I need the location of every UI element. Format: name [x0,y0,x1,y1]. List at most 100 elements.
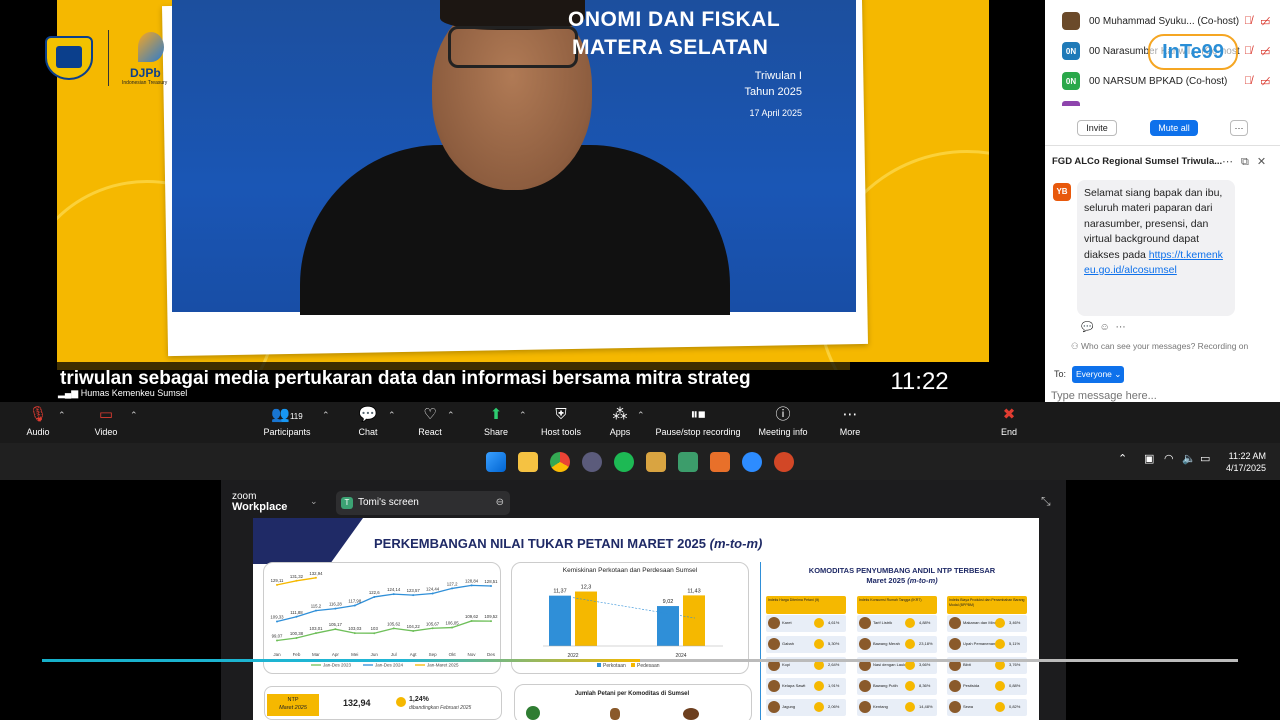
popout-icon[interactable]: ⧉ [1241,156,1257,168]
file-explorer-icon[interactable] [518,452,538,472]
komoditas-column-header: Indeks Biaya Produksi dan Penambahan Bar… [947,596,1027,614]
commodity-name: Kentang [873,704,888,709]
spreadsheet-icon[interactable] [678,452,698,472]
close-icon[interactable]: ✕ [1257,156,1274,168]
background-title-line-1: ONOMI DAN FISKAL [568,8,781,31]
ntp-compare: dibandingkan Februari 2025 [409,705,472,711]
data-point [276,620,278,623]
zoom-icon[interactable] [742,452,762,472]
end-button[interactable]: ✖ End [974,405,1044,437]
arrow-up-icon [995,702,1005,712]
data-label: 124,14 [387,587,401,592]
mute-all-button[interactable]: Mute all [1150,120,1198,136]
screen-share-label: Tomi's screen [358,497,419,508]
chat-label: Chat [358,427,378,437]
react-label: React [418,427,442,437]
powerpoint-icon[interactable] [774,452,794,472]
spotify-icon[interactable] [614,452,634,472]
participant-row[interactable]: 0N 00 NARSUM BPKAD (Co-host) 🎙̸ ▭̸ [1062,70,1272,92]
chat-more-icon[interactable]: ⋯ [1222,156,1241,168]
chevron-up-icon[interactable]: ⌃ [1118,452,1127,465]
chevron-up-icon[interactable]: ⌃ [447,410,455,421]
participants-button[interactable]: 👥119 Participants [252,405,322,437]
jumlah-petani-title: Jumlah Petani per Komoditas di Sumsel [574,691,690,697]
screen-share-tab[interactable]: T Tomi's screen ⊖ [336,491,510,515]
participant-row[interactable]: 00 Muhammad Syuku... (Co-host) 🎙̸ ▭̸ [1062,10,1272,32]
video-off-icon[interactable]: ▭̸ [1260,15,1272,28]
collapse-icon[interactable]: ⤡ [1041,494,1051,509]
participants-more-button[interactable]: ··· [1230,120,1248,136]
data-label: 122,6 [369,590,380,595]
data-point [276,639,278,642]
mic-muted-icon[interactable]: 🎙̸ [1244,75,1256,87]
data-point [314,632,317,635]
volume-icon[interactable]: 🔈 [1182,452,1196,465]
arrow-up-icon [905,681,915,691]
komoditas-row: Tarif Listrik 4,88% [857,615,937,632]
data-point [373,632,376,635]
commodity-icon [949,701,961,713]
message-more-icon[interactable]: ⋯ [1116,322,1132,333]
system-time: 11:22 AM [1228,451,1266,461]
kemenkeu-emblem-icon [56,46,82,68]
panel-divider [1045,145,1280,146]
invite-button[interactable]: Invite [1077,120,1117,136]
djpb-logo: DJPb Indonesian Treasury [122,32,174,88]
slide-heading: PERKEMBANGAN NILAI TUKAR PETANI MARET 20… [374,536,762,551]
more-icon[interactable]: ⊖ [496,491,504,515]
data-label: 127,2 [447,581,458,586]
chevron-up-icon[interactable]: ⌃ [322,410,330,421]
privacy-note[interactable]: ⚇ Who can see your messages? Recording o… [1071,341,1248,352]
data-label: 128,51 [484,579,498,584]
emoji-icon[interactable]: ☺ [1099,322,1115,333]
data-point [392,593,395,596]
reply-icon[interactable]: 💬 [1081,322,1099,333]
data-point [490,620,492,623]
chevron-up-icon[interactable]: ⌃ [130,410,138,421]
commodity-icon [768,680,780,692]
people-icon: ⚇ [1071,341,1081,351]
commodity-share: 5,11% [1009,641,1021,646]
legend-label: Jan-Des 2024 [375,663,404,668]
commodity-name: Pestisida [963,683,980,688]
participants-label: Participants [263,427,311,437]
system-clock[interactable]: 11:22 AM 4/17/2025 [1222,450,1266,474]
chrome-icon[interactable] [550,452,570,472]
chevron-up-icon[interactable]: ⌃ [637,410,645,421]
meeting-info-button[interactable]: ⓘ Meeting info [748,405,818,437]
data-label: 128,84 [465,578,479,583]
battery-icon[interactable]: ▭ [1200,452,1210,465]
books-icon[interactable] [646,452,666,472]
komoditas-row: Makanan dan Minuman 3,46% [947,615,1027,632]
network-icon[interactable]: ▣ [1144,452,1154,465]
video-off-icon[interactable]: ▭̸ [1260,75,1272,88]
arrow-up-icon [995,681,1005,691]
data-point [334,628,337,631]
app-orange-icon[interactable] [710,452,730,472]
mic-muted-icon[interactable]: 🎙̸ [1244,15,1256,27]
chat-message-input[interactable] [1051,390,1251,402]
data-point [490,585,492,588]
arrow-up-icon [995,639,1005,649]
data-label: 104,22 [407,624,421,629]
media-player-icon[interactable] [582,452,602,472]
windows-start-icon[interactable] [486,452,506,472]
chevron-down-icon[interactable]: ⌄ [310,496,318,507]
komoditas-title: KOMODITAS PENYUMBANG ANDIL NTP TERBESAR … [774,566,1030,586]
background-title: ONOMI DAN FISKAL MATERA SELATAN [568,6,780,62]
recipient-select[interactable]: Everyone ⌄ [1072,366,1124,383]
recording-button[interactable]: ⏸⏹ Pause/stop recording [654,405,742,437]
data-label: 115,2 [311,604,322,609]
commodity-share: 14,48% [919,704,933,709]
mic-muted-icon[interactable]: 🎙̸ [1244,45,1256,57]
commodity-name: Bibit [963,662,971,667]
playback-progress-bar[interactable] [42,659,1238,662]
period-label: Triwulan I [754,70,802,82]
system-date: 4/17/2025 [1225,463,1266,473]
wifi-icon[interactable]: ◠ [1164,452,1174,465]
chevron-up-icon[interactable]: ⌃ [58,410,66,421]
more-button[interactable]: ⋯ More [815,405,885,437]
komoditas-row: Jagung 2,06% [766,699,846,716]
video-off-icon[interactable]: ▭̸ [1260,45,1272,58]
speaker-glasses [448,26,578,68]
